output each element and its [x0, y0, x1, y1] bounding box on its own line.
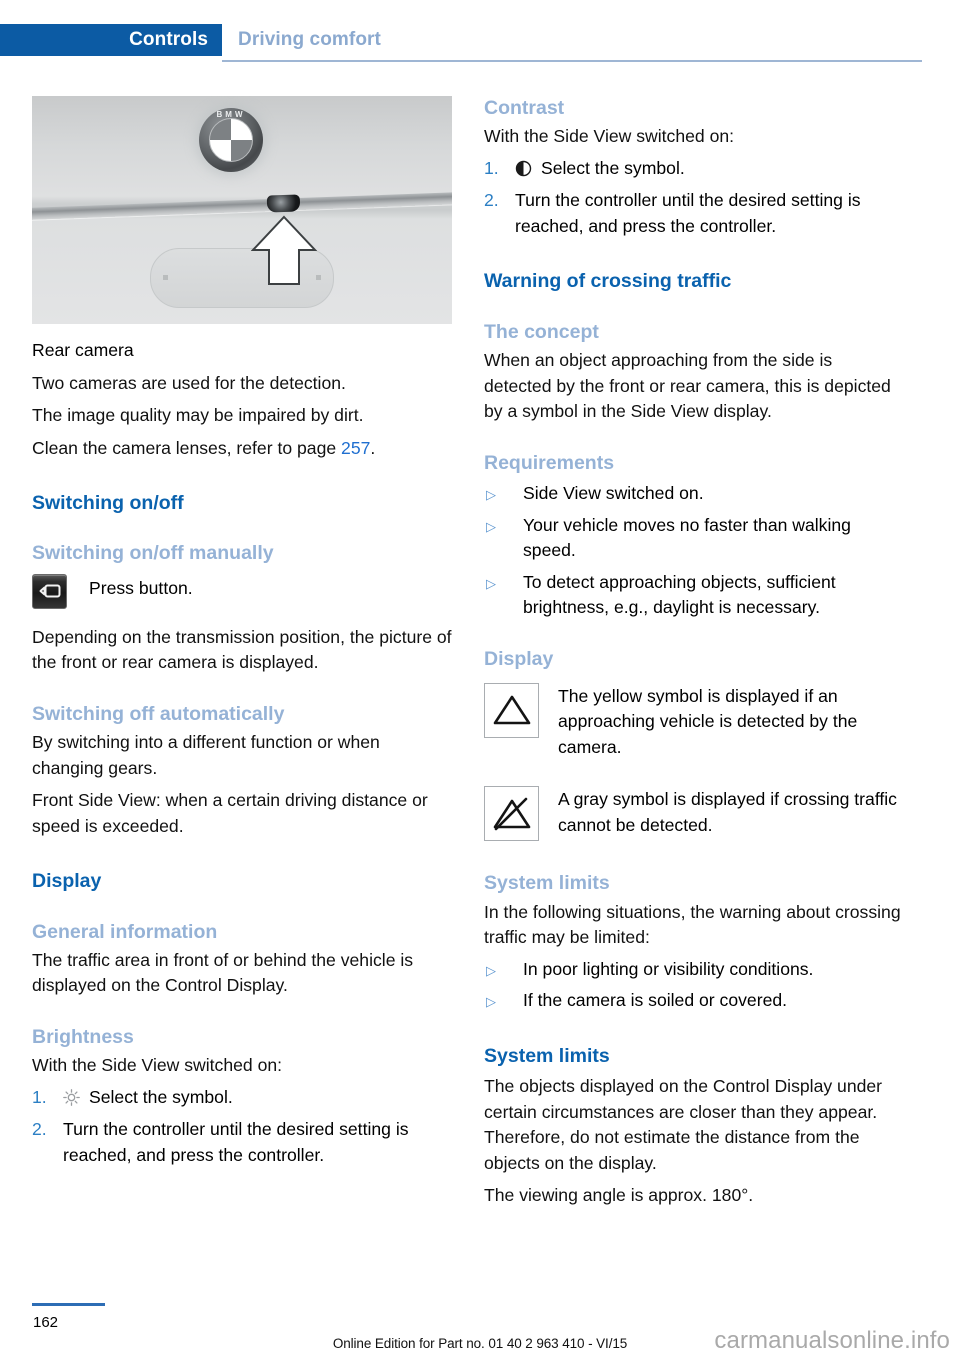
brightness-steps-list: 1. Select the symbol. 2. Turn the contro…	[32, 1085, 452, 1169]
paragraph-switching-auto-1: By switching into a different function o…	[32, 732, 380, 778]
heading-system-limits: System limits	[484, 1044, 610, 1067]
triangle-bullet-icon: ▷	[486, 487, 496, 502]
rear-camera-photo: BMW	[32, 96, 452, 324]
list-item: ▷ To detect approaching objects, suffici…	[484, 570, 904, 621]
display-symbol-text-yellow: The yellow symbol is displayed if an app…	[558, 685, 858, 757]
paragraph-general-information: The traffic area in front of or behind t…	[32, 949, 414, 996]
paragraph-system-limits-intro: In the following situations, the warning…	[484, 901, 901, 948]
step-text: Turn the controller until the desired se…	[515, 190, 861, 236]
system-limits-list: ▷ In poor lighting or visibility conditi…	[484, 957, 904, 1014]
warning-triangle-crossed-out-symbol	[484, 786, 539, 842]
camera-button-icon[interactable]	[32, 573, 67, 609]
press-button-row: Press button.	[32, 573, 452, 609]
contrast-steps-list: 1. Select the symbol. 2. Turn the contro…	[484, 156, 904, 240]
step-text: Select the symbol.	[89, 1086, 233, 1107]
triangle-bullet-icon: ▷	[486, 518, 496, 534]
requirements-list: ▷ Side View switched on. ▷ Your vehicle …	[484, 481, 904, 621]
subheading-switching-off-automatically: Switching off automatically	[32, 702, 285, 725]
subheading-the-concept: The concept	[484, 320, 599, 343]
triangle-bullet-icon: ▷	[486, 962, 496, 978]
page-reference-link[interactable]: 257	[341, 438, 370, 458]
list-item-text: If the camera is soiled or covered.	[523, 990, 788, 1011]
pointer-arrow-icon	[251, 215, 317, 285]
tab-controls[interactable]: Controls	[0, 24, 222, 56]
paragraph-concept: When an object approaching from the side…	[484, 350, 891, 422]
paragraph-two-cameras: Two cameras are used for the detection.	[32, 372, 346, 393]
footer-divider	[32, 1303, 105, 1306]
step-text: Turn the controller until the desired se…	[63, 1119, 409, 1165]
bmw-roundel-quadrants: BMW	[209, 110, 253, 162]
list-item: 1. Select the symbol.	[32, 1085, 452, 1114]
paragraph-switching-auto-2: Front Side View: when a certain driving …	[32, 790, 428, 836]
press-button-label: Press button.	[89, 577, 193, 598]
list-item: 1. Select the symbol.	[484, 156, 904, 185]
subheading-requirements: Requirements	[484, 451, 615, 474]
paragraph-system-limits-2: The viewing angle is approx. 180°.	[484, 1185, 754, 1206]
subheading-display-right: Display	[484, 647, 554, 670]
paragraph-transmission: Depending on the transmission position, …	[32, 626, 452, 673]
list-item-text: To detect approaching objects, sufficien…	[523, 571, 836, 618]
rear-camera-lens	[266, 194, 301, 213]
video-camera-icon	[39, 584, 60, 598]
page-number: 162	[33, 1314, 59, 1331]
list-item-text: Side View switched on.	[523, 483, 704, 503]
warning-triangle-symbol	[484, 682, 539, 738]
display-symbol-text-gray: A gray symbol is displayed if crossing t…	[558, 789, 897, 835]
heading-display-left: Display	[32, 870, 102, 893]
step-text: Select the symbol.	[541, 157, 685, 178]
heading-warning-crossing-traffic: Warning of crossing traffic	[484, 270, 732, 293]
list-item: ▷ Side View switched on.	[484, 481, 904, 507]
list-item: ▷ In poor lighting or visibility conditi…	[484, 957, 904, 983]
site-watermark: carmanualsonline.info	[714, 1327, 950, 1354]
paragraph-image-quality: The image quality may be impaired by dir…	[32, 405, 364, 425]
list-item: ▷ If the camera is soiled or covered.	[484, 988, 904, 1014]
left-column: BMW Rear camera Two cameras are used for…	[32, 96, 452, 1168]
heading-switching-on-off: Switching on/off	[32, 492, 184, 514]
paragraph-clean-lenses: Clean the camera lenses, refer to page 2…	[32, 436, 452, 462]
right-column: Contrast With the Side View switched on:…	[484, 96, 904, 1209]
tab-controls-label: Controls	[129, 29, 208, 50]
subheading-contrast: Contrast	[484, 97, 565, 119]
subheading-switching-manually: Switching on/off manually	[32, 542, 274, 565]
clean-lenses-period: .	[370, 437, 376, 458]
paragraph-system-limits-1: The objects displayed on the Control Dis…	[484, 1076, 883, 1173]
bmw-roundel-logo: BMW	[199, 108, 263, 172]
step-number: 2.	[32, 1119, 47, 1140]
contrast-half-circle-symbol	[515, 159, 541, 185]
clean-lenses-text: Clean the camera lenses, refer to page	[32, 437, 342, 458]
step-number: 2.	[484, 190, 499, 211]
list-item: 2. Turn the controller until the desired…	[484, 188, 904, 239]
subheading-system-limits: System limits	[484, 872, 610, 895]
display-symbol-row-gray: A gray symbol is displayed if crossing t…	[484, 786, 904, 842]
list-item: ▷ Your vehicle moves no faster than walk…	[484, 513, 904, 564]
step-number: 1.	[32, 1086, 47, 1107]
triangle-bullet-icon: ▷	[486, 994, 496, 1010]
paragraph-brightness-intro: With the Side View switched on:	[32, 1055, 283, 1076]
subheading-brightness: Brightness	[32, 1025, 134, 1048]
paragraph-contrast-intro: With the Side View switched on:	[484, 126, 735, 147]
triangle-bullet-icon: ▷	[486, 575, 496, 591]
figure-caption: Rear camera	[32, 340, 134, 360]
header-divider	[222, 60, 922, 62]
tab-driving-comfort[interactable]: Driving comfort	[238, 29, 381, 51]
display-symbol-row-yellow: The yellow symbol is displayed if an app…	[484, 682, 904, 761]
brightness-sun-symbol	[63, 1088, 89, 1114]
page-header: Controls Driving comfort	[0, 0, 960, 64]
subheading-general-information: General information	[32, 920, 218, 943]
list-item-text: In poor lighting or visibility condition…	[523, 958, 814, 979]
bmw-roundel-letters: BMW	[216, 110, 246, 119]
list-item: 2. Turn the controller until the desired…	[32, 1117, 452, 1168]
list-item-text: Your vehicle moves no faster than walkin…	[523, 514, 851, 561]
step-number: 1.	[484, 157, 499, 178]
